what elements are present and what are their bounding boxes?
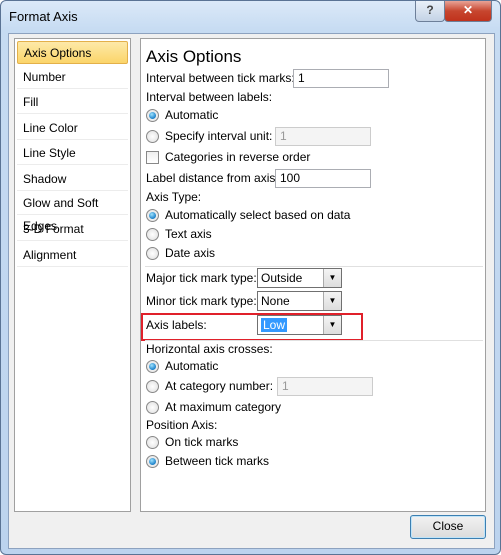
tick-interval-input[interactable]: 1	[293, 69, 389, 88]
major-tick-label: Major tick mark type:	[146, 271, 257, 285]
position-axis-label: Position Axis:	[146, 418, 218, 432]
axis-labels-label: Axis labels:	[146, 318, 207, 332]
cross-automatic-radio[interactable]	[146, 360, 159, 373]
major-tick-select[interactable]: Outside ▼	[257, 268, 342, 288]
automatic-interval-label: Automatic	[165, 108, 219, 122]
label-distance-label: Label distance from axis:	[146, 171, 279, 185]
cross-category-input[interactable]: 1	[277, 377, 373, 396]
page-title: Axis Options	[146, 47, 242, 66]
on-tick-label: On tick marks	[165, 435, 239, 449]
cross-max-radio[interactable]	[146, 401, 159, 414]
auto-select-radio[interactable]	[146, 209, 159, 222]
cross-category-radio[interactable]	[146, 380, 159, 393]
axis-labels-select[interactable]: Low ▼	[257, 315, 342, 335]
chevron-down-icon[interactable]: ▼	[323, 292, 341, 310]
window-close-button[interactable]: ✕	[444, 1, 492, 22]
axis-type-label: Axis Type:	[146, 190, 202, 204]
specify-interval-label: Specify interval unit:	[165, 129, 273, 143]
label-interval-label: Interval between labels:	[146, 90, 273, 104]
specify-interval-radio[interactable]	[146, 130, 159, 143]
horizontal-crosses-label: Horizontal axis crosses:	[146, 342, 273, 356]
cross-automatic-label: Automatic	[165, 359, 219, 373]
tick-interval-label: Interval between tick marks:	[146, 71, 295, 85]
sidebar-item-fill[interactable]: Fill	[17, 91, 128, 114]
axis-labels-value: Low	[261, 318, 288, 332]
sidebar-item-alignment[interactable]: Alignment	[17, 244, 128, 267]
sidebar-item-number[interactable]: Number	[17, 66, 128, 89]
chevron-down-icon[interactable]: ▼	[323, 269, 341, 287]
on-tick-radio[interactable]	[146, 436, 159, 449]
divider	[145, 266, 483, 267]
text-axis-label: Text axis	[165, 227, 212, 241]
label-distance-input[interactable]: 100	[275, 169, 371, 188]
category-list: Axis Options Number Fill Line Color Line…	[14, 38, 131, 512]
reverse-order-label: Categories in reverse order	[165, 150, 311, 164]
sidebar-item-shadow[interactable]: Shadow	[17, 168, 128, 191]
cross-category-label: At category number:	[165, 379, 274, 393]
close-button[interactable]: Close	[410, 515, 486, 539]
date-axis-radio[interactable]	[146, 247, 159, 260]
divider	[145, 340, 483, 341]
window-title: Format Axis	[9, 9, 78, 24]
major-tick-value: Outside	[261, 271, 303, 285]
minor-tick-select[interactable]: None ▼	[257, 291, 342, 311]
help-button[interactable]: ?	[415, 1, 445, 22]
automatic-interval-radio[interactable]	[146, 109, 159, 122]
cross-max-label: At maximum category	[165, 400, 282, 414]
sidebar-item-line-style[interactable]: Line Style	[17, 142, 128, 165]
minor-tick-label: Minor tick mark type:	[146, 294, 257, 308]
sidebar-item-axis-options[interactable]: Axis Options	[17, 41, 128, 64]
chevron-down-icon[interactable]: ▼	[323, 316, 341, 334]
sidebar-item-line-color[interactable]: Line Color	[17, 117, 128, 140]
sidebar-item-3d-format[interactable]: 3-D Format	[17, 218, 128, 241]
auto-select-label: Automatically select based on data	[165, 208, 351, 222]
between-tick-radio[interactable]	[146, 455, 159, 468]
sidebar-item-glow[interactable]: Glow and Soft Edges	[17, 192, 128, 233]
between-tick-label: Between tick marks	[165, 454, 270, 468]
date-axis-label: Date axis	[165, 246, 216, 260]
minor-tick-value: None	[261, 294, 290, 308]
specify-interval-input[interactable]: 1	[275, 127, 371, 146]
reverse-order-checkbox[interactable]	[146, 151, 159, 164]
text-axis-radio[interactable]	[146, 228, 159, 241]
